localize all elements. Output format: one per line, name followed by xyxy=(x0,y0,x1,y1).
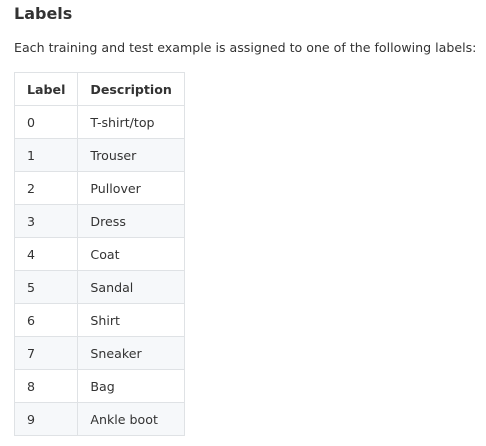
label-cell: 4 xyxy=(13,237,79,271)
table-header-row: Label Description xyxy=(13,72,185,106)
label-cell: 6 xyxy=(13,303,79,337)
description-cell: Pullover xyxy=(77,171,185,205)
table-row: 2 Pullover xyxy=(13,171,185,205)
label-cell: 1 xyxy=(13,138,79,172)
description-cell: Dress xyxy=(77,204,185,238)
label-cell: 7 xyxy=(13,336,79,370)
table-row: 9 Ankle boot xyxy=(13,402,185,436)
table-row: 3 Dress xyxy=(13,204,185,238)
intro-text: Each training and test example is assign… xyxy=(14,40,477,55)
label-cell: 5 xyxy=(13,270,79,304)
table-row: 7 Sneaker xyxy=(13,336,185,370)
description-cell: Coat xyxy=(77,237,185,271)
table-row: 8 Bag xyxy=(13,369,185,403)
table-row: 6 Shirt xyxy=(13,303,185,337)
description-cell: Bag xyxy=(77,369,185,403)
table-row: 5 Sandal xyxy=(13,270,185,304)
label-cell: 3 xyxy=(13,204,79,238)
description-cell: Sandal xyxy=(77,270,185,304)
description-cell: T-shirt/top xyxy=(77,105,185,139)
section-heading: Labels xyxy=(14,4,73,23)
description-cell: Trouser xyxy=(77,138,185,172)
description-cell: Ankle boot xyxy=(77,402,185,436)
header-description: Description xyxy=(77,72,185,106)
labels-table: Label Description 0 T-shirt/top 1 Trouser 2 P… xyxy=(13,72,185,436)
label-cell: 2 xyxy=(13,171,79,205)
label-cell: 8 xyxy=(13,369,79,403)
header-label: Label xyxy=(13,72,79,106)
label-cell: 9 xyxy=(13,402,79,436)
label-cell: 0 xyxy=(13,105,79,139)
description-cell: Sneaker xyxy=(77,336,185,370)
table-row: 4 Coat xyxy=(13,237,185,271)
description-cell: Shirt xyxy=(77,303,185,337)
table-row: 1 Trouser xyxy=(13,138,185,172)
table-row: 0 T-shirt/top xyxy=(13,105,185,139)
